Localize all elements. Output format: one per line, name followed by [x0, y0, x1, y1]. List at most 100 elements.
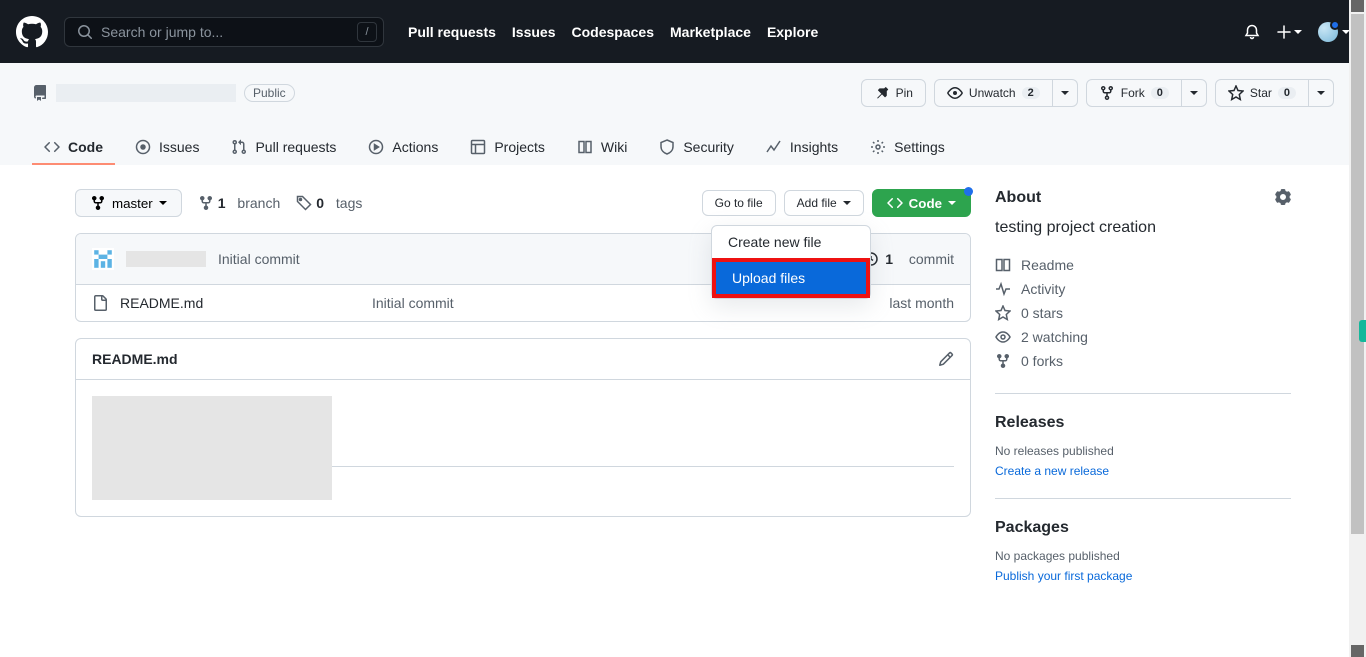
create-release-link[interactable]: Create a new release	[995, 464, 1109, 478]
releases-none: No releases published	[995, 444, 1291, 458]
scroll-up-arrow[interactable]	[1351, 0, 1364, 12]
tab-security[interactable]: Security	[647, 131, 746, 165]
branch-select[interactable]: master	[75, 189, 182, 217]
star-button[interactable]: Star0	[1215, 79, 1309, 107]
github-logo-icon[interactable]	[16, 16, 48, 48]
packages-none: No packages published	[995, 549, 1291, 563]
code-button[interactable]: Code	[872, 189, 971, 217]
tab-insights[interactable]: Insights	[754, 131, 850, 165]
fork-dropdown[interactable]	[1182, 79, 1207, 107]
author-avatar-icon[interactable]	[92, 248, 114, 270]
repo-header: Public Pin Unwatch2 Fork0 Star0 Code Iss…	[0, 63, 1366, 165]
slash-key-hint: /	[357, 22, 377, 42]
readme-title: README.md	[92, 351, 178, 367]
pin-icon	[874, 85, 890, 101]
scroll-thumb[interactable]	[1351, 14, 1364, 534]
avatar-icon	[1318, 22, 1338, 42]
upload-files-highlight: Upload files	[712, 258, 870, 298]
chevron-down-icon	[1317, 89, 1325, 97]
sidebar: About testing project creation Readme Ac…	[995, 189, 1291, 603]
about-heading: About	[995, 189, 1291, 207]
file-nav: master 1 branch 0 tags Go to file Add fi…	[75, 189, 971, 217]
packages-heading: Packages	[995, 519, 1291, 537]
forks-link[interactable]: 0 forks	[995, 349, 1291, 373]
star-dropdown[interactable]	[1309, 79, 1334, 107]
nav-marketplace[interactable]: Marketplace	[670, 24, 751, 40]
branch-icon	[198, 195, 214, 211]
unwatch-dropdown[interactable]	[1053, 79, 1078, 107]
main: master 1 branch 0 tags Go to file Add fi…	[43, 165, 1323, 627]
tab-settings[interactable]: Settings	[858, 131, 957, 165]
repo-tabs: Code Issues Pull requests Actions Projec…	[32, 131, 1334, 165]
tags-link[interactable]: 0 tags	[296, 195, 362, 211]
chevron-down-icon	[843, 199, 851, 207]
search-icon	[77, 24, 93, 40]
stars-link[interactable]: 0 stars	[995, 301, 1291, 325]
tab-pull-requests[interactable]: Pull requests	[219, 131, 348, 165]
visibility-badge: Public	[244, 84, 295, 102]
repo-icon	[32, 85, 48, 101]
nav-explore[interactable]: Explore	[767, 24, 818, 40]
author-redacted	[126, 251, 206, 267]
pin-button[interactable]: Pin	[861, 79, 926, 107]
file-name[interactable]: README.md	[120, 295, 360, 311]
tag-icon	[296, 195, 312, 211]
code-icon	[887, 195, 903, 211]
releases-heading: Releases	[995, 414, 1291, 432]
star-icon	[995, 305, 1011, 321]
add-file-button[interactable]: Add file	[784, 190, 864, 216]
create-new-icon[interactable]	[1276, 24, 1302, 40]
commits-link[interactable]: 1 commit	[863, 251, 954, 267]
tab-issues[interactable]: Issues	[123, 131, 211, 165]
repo-description: testing project creation	[995, 219, 1291, 237]
tab-wiki[interactable]: Wiki	[565, 131, 639, 165]
activity-link[interactable]: Activity	[995, 277, 1291, 301]
star-icon	[1228, 85, 1244, 101]
latest-commit-message[interactable]: Initial commit	[218, 251, 300, 267]
nav-pull-requests[interactable]: Pull requests	[408, 24, 496, 40]
watching-link[interactable]: 2 watching	[995, 325, 1291, 349]
file-time: last month	[889, 295, 954, 311]
chevron-down-icon	[1190, 89, 1198, 97]
global-nav: Pull requests Issues Codespaces Marketpl…	[408, 24, 818, 40]
scroll-down-arrow[interactable]	[1351, 645, 1364, 657]
fork-icon	[995, 353, 1011, 369]
readme-content-redacted	[92, 396, 332, 500]
side-indicator	[1359, 320, 1366, 342]
upload-files-item[interactable]: Upload files	[716, 262, 866, 294]
nav-issues[interactable]: Issues	[512, 24, 556, 40]
tab-actions[interactable]: Actions	[356, 131, 450, 165]
content: master 1 branch 0 tags Go to file Add fi…	[75, 189, 971, 603]
search-input[interactable]: Search or jump to... /	[64, 17, 384, 47]
book-icon	[995, 257, 1011, 273]
topbar-right	[1244, 22, 1350, 42]
chevron-down-icon	[948, 199, 956, 207]
create-new-file-item[interactable]: Create new file	[712, 226, 870, 258]
chevron-down-icon	[159, 199, 167, 207]
eye-icon	[947, 85, 963, 101]
tab-code[interactable]: Code	[32, 131, 115, 165]
publish-package-link[interactable]: Publish your first package	[995, 569, 1132, 583]
repo-name-redacted	[56, 84, 236, 102]
branches-link[interactable]: 1 branch	[198, 195, 281, 211]
fork-icon	[1099, 85, 1115, 101]
user-menu[interactable]	[1318, 22, 1350, 42]
unwatch-button[interactable]: Unwatch2	[934, 79, 1053, 107]
readme-link[interactable]: Readme	[995, 253, 1291, 277]
chevron-down-icon	[1061, 89, 1069, 97]
branch-icon	[90, 195, 106, 211]
tab-projects[interactable]: Projects	[458, 131, 557, 165]
gear-icon[interactable]	[1275, 189, 1291, 205]
search-placeholder: Search or jump to...	[101, 24, 223, 40]
pencil-icon[interactable]	[938, 351, 954, 367]
notifications-icon[interactable]	[1244, 24, 1260, 40]
readme-box: README.md	[75, 338, 971, 517]
repo-actions: Pin Unwatch2 Fork0 Star0	[861, 79, 1334, 107]
pulse-icon	[995, 281, 1011, 297]
file-icon	[92, 295, 108, 311]
nav-codespaces[interactable]: Codespaces	[572, 24, 654, 40]
fork-button[interactable]: Fork0	[1086, 79, 1182, 107]
go-to-file-button[interactable]: Go to file	[702, 190, 776, 216]
add-file-dropdown: Create new file Upload files	[711, 225, 871, 299]
topbar: Search or jump to... / Pull requests Iss…	[0, 0, 1366, 63]
